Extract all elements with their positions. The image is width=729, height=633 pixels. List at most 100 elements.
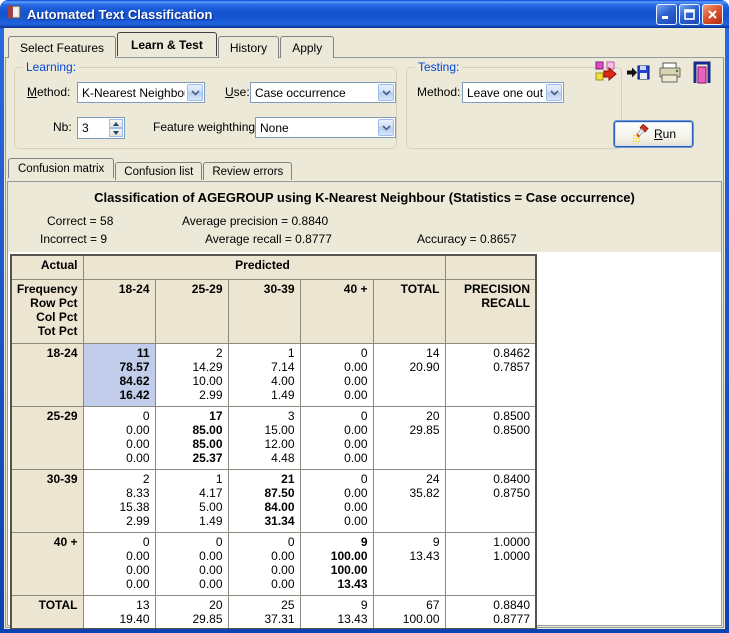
tab-select-features[interactable]: Select Features (8, 36, 116, 58)
stat-labels-header: FrequencyRow PctCol PctTot Pct (11, 279, 83, 343)
results-tab-confusion-matrix[interactable]: Confusion matrix (8, 158, 114, 178)
method-value: K-Nearest Neighbour (82, 86, 185, 100)
total-cell: 2537.31 (228, 595, 300, 629)
stat-avg-precision: Average precision = 0.8840 (182, 214, 328, 228)
row-total-cell: 2029.85 (373, 406, 445, 469)
matrix-cell: 315.0012.004.48 (228, 406, 300, 469)
col-header: 18-24 (83, 279, 155, 343)
use-combobox[interactable]: Case occurrence (250, 82, 396, 103)
row-precision-recall-cell: 0.85000.8500 (445, 406, 536, 469)
method-combobox[interactable]: K-Nearest Neighbour (77, 82, 205, 103)
testing-method-label: Method: (417, 85, 460, 99)
app-icon (6, 4, 22, 25)
exit-icon[interactable] (689, 60, 715, 86)
total-cell: 913.43 (300, 595, 373, 629)
chevron-down-icon[interactable] (378, 119, 394, 136)
learning-group: Learning: Method: K-Nearest Neighbour Us… (14, 67, 397, 149)
save-icon[interactable] (625, 60, 651, 86)
precision-header-spacer (445, 255, 536, 279)
row-precision-recall-cell: 0.84000.8750 (445, 469, 536, 532)
stat-avg-recall: Average recall = 0.8777 (205, 232, 332, 246)
testing-group: Testing: Method: Leave one out (406, 67, 622, 149)
matrix-cell: 00.000.000.00 (83, 532, 155, 595)
col-header: 40 + (300, 279, 373, 343)
client-area: Select FeaturesLearn & TestHistoryApply … (4, 28, 725, 629)
feature-weighting-combobox[interactable]: None (255, 117, 396, 138)
total-cell: 2029.85 (155, 595, 228, 629)
row-precision-recall-cell: 0.84620.7857 (445, 343, 536, 406)
use-value: Case occurrence (255, 86, 376, 100)
row-label: 40 + (11, 532, 83, 595)
spin-up-icon[interactable] (109, 119, 123, 128)
learning-group-title: Learning: (23, 60, 79, 74)
nb-stepper[interactable]: 3 (77, 117, 125, 139)
matrix-cell: 14.175.001.49 (155, 469, 228, 532)
stat-correct: Correct = 58 (47, 214, 113, 228)
testing-method-value: Leave one out (467, 86, 544, 100)
nb-value: 3 (82, 121, 89, 135)
matrix-cell: 00.000.000.00 (300, 343, 373, 406)
feature-weighting-label: Feature weighthing: (153, 120, 258, 134)
nb-label: Nb: (53, 120, 72, 134)
method-label: Method: (27, 85, 70, 99)
matrix-cell: 00.000.000.00 (300, 406, 373, 469)
main-tab-strip: Select FeaturesLearn & TestHistoryApply (8, 33, 335, 57)
learn-and-test-page: Learning: Method: K-Nearest Neighbour Us… (5, 57, 724, 628)
testing-group-title: Testing: (415, 60, 462, 74)
col-header: 25-29 (155, 279, 228, 343)
results-title: Classification of AGEGROUP using K-Neare… (8, 190, 721, 205)
row-label: 30-39 (11, 469, 83, 532)
confusion-matrix-panel: Classification of AGEGROUP using K-Neare… (7, 181, 722, 626)
total-cell: 1319.40 (83, 595, 155, 629)
row-total-cell: 1420.90 (373, 343, 445, 406)
tab-learn-test[interactable]: Learn & Test (117, 32, 217, 56)
matrix-cell: 00.000.000.00 (300, 469, 373, 532)
tab-apply[interactable]: Apply (280, 36, 334, 58)
spin-down-icon[interactable] (109, 128, 123, 137)
window-title: Automated Text Classification (27, 7, 656, 22)
row-total-cell: 2435.82 (373, 469, 445, 532)
total-row-label: TOTAL (11, 595, 83, 629)
print-icon[interactable] (657, 60, 683, 86)
col-header: 30-39 (228, 279, 300, 343)
export-results-icon[interactable] (593, 60, 619, 86)
chevron-down-icon[interactable] (187, 84, 203, 101)
feature-weighting-value: None (260, 121, 376, 135)
tab-history[interactable]: History (218, 36, 279, 58)
matrix-cell: 214.2910.002.99 (155, 343, 228, 406)
grand-total-cell: 67100.00 (373, 595, 445, 629)
flashlight-icon (631, 124, 649, 145)
confusion-matrix-table-wrap: ActualPredictedFrequencyRow PctCol PctTo… (10, 254, 537, 629)
testing-method-combobox[interactable]: Leave one out (462, 82, 564, 103)
matrix-cell: 17.144.001.49 (228, 343, 300, 406)
predicted-header: Predicted (83, 255, 445, 279)
title-bar[interactable]: Automated Text Classification (0, 0, 729, 28)
run-button[interactable]: Run (614, 121, 693, 147)
results-header: Classification of AGEGROUP using K-Neare… (8, 182, 721, 252)
row-precision-recall-cell: 1.00001.0000 (445, 532, 536, 595)
matrix-cell: 00.000.000.00 (155, 532, 228, 595)
chevron-down-icon[interactable] (546, 84, 562, 101)
results-tab-strip: Confusion matrixConfusion listReview err… (8, 159, 293, 179)
app-window: Automated Text Classification Select Fea… (0, 0, 729, 633)
matrix-cell: 00.000.000.00 (228, 532, 300, 595)
col-header: TOTAL (373, 279, 445, 343)
results-tab-confusion-list[interactable]: Confusion list (115, 162, 202, 180)
run-button-label: Run (654, 127, 676, 141)
precision-recall-header: PRECISIONRECALL (445, 279, 536, 343)
maximize-button[interactable] (679, 4, 700, 25)
matrix-cell: 28.3315.382.99 (83, 469, 155, 532)
minimize-button[interactable] (656, 4, 677, 25)
row-label: 25-29 (11, 406, 83, 469)
chevron-down-icon[interactable] (378, 84, 394, 101)
confusion-matrix-table: ActualPredictedFrequencyRow PctCol PctTo… (10, 254, 537, 629)
stat-incorrect: Incorrect = 9 (40, 232, 107, 246)
stat-accuracy: Accuracy = 0.8657 (417, 232, 517, 246)
matrix-cell: 2187.5084.0031.34 (228, 469, 300, 532)
actual-header: Actual (11, 255, 83, 279)
results-tab-review-errors[interactable]: Review errors (203, 162, 292, 180)
matrix-cell: 00.000.000.00 (83, 406, 155, 469)
total-precision-recall-cell: 0.88400.8777 (445, 595, 536, 629)
close-button[interactable] (702, 4, 723, 25)
matrix-cell: 1178.5784.6216.42 (83, 343, 155, 406)
